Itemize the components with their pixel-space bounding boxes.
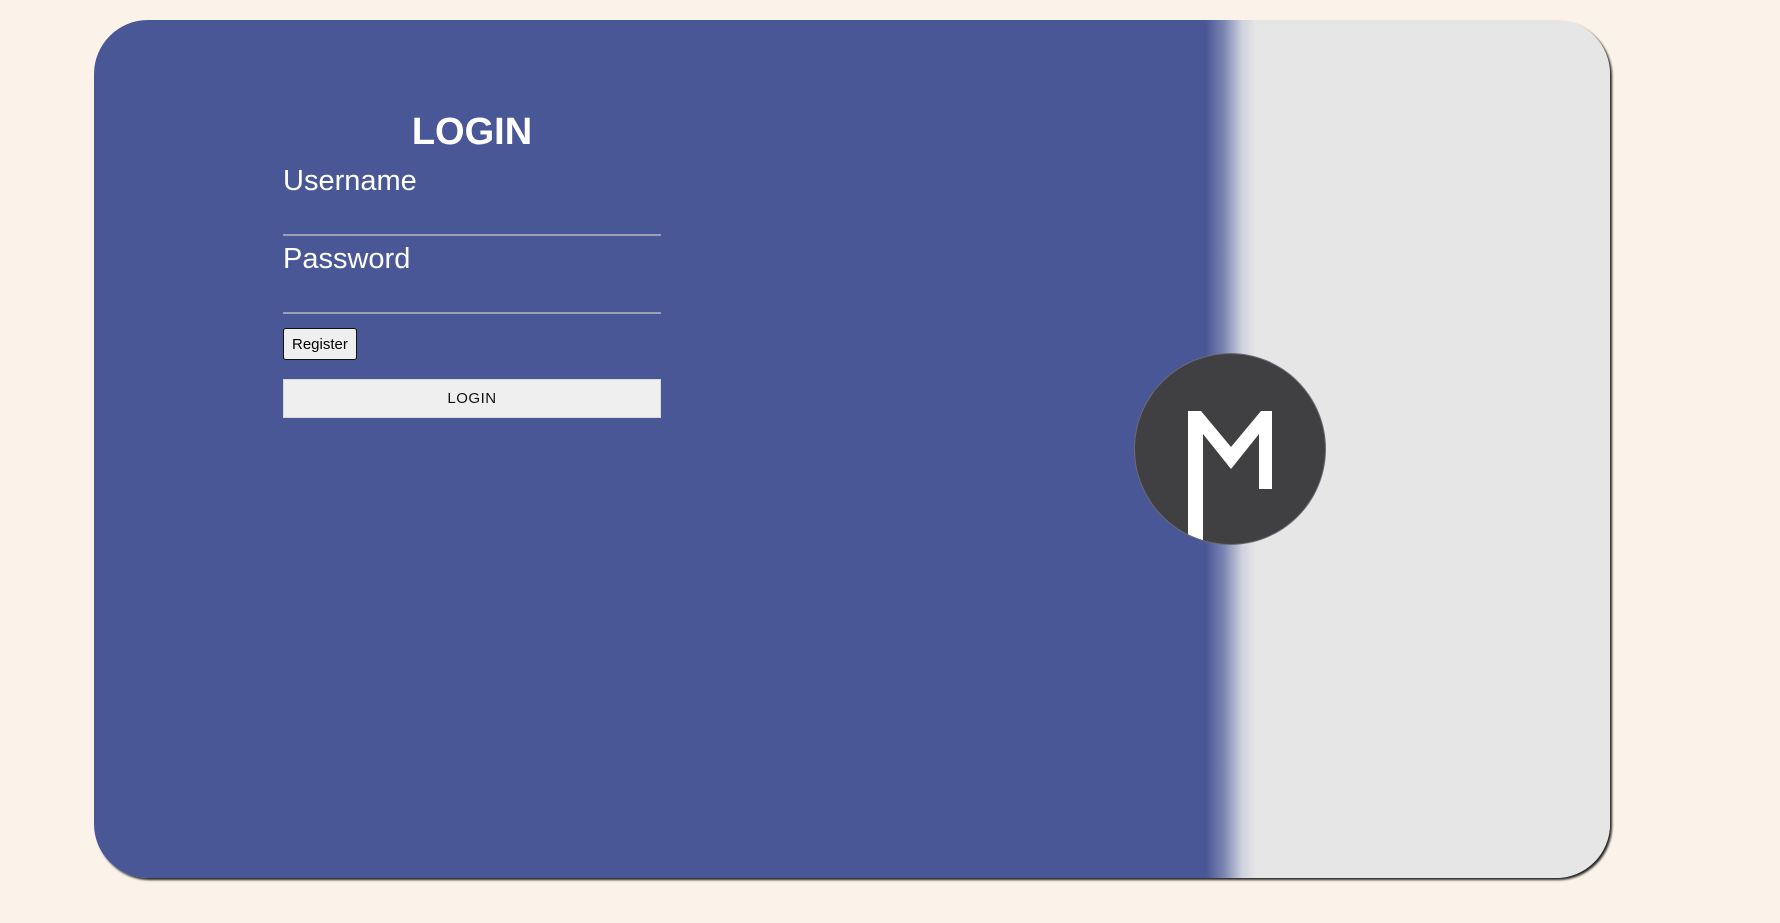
m-logo-icon (1135, 354, 1325, 544)
password-input[interactable] (283, 278, 661, 314)
register-button[interactable]: Register (283, 328, 357, 360)
username-label: Username (283, 165, 417, 197)
login-title: LOGIN (411, 111, 533, 153)
username-field-group: Username (283, 164, 661, 242)
login-form: LOGIN Username Password Register LOGIN (283, 110, 661, 418)
login-button[interactable]: LOGIN (283, 379, 661, 418)
username-input[interactable] (283, 200, 661, 236)
password-field-group: Password (283, 242, 661, 320)
password-label: Password (283, 243, 411, 275)
login-card: LOGIN Username Password Register LOGIN (94, 20, 1610, 878)
m-logo-mark (1188, 411, 1272, 544)
